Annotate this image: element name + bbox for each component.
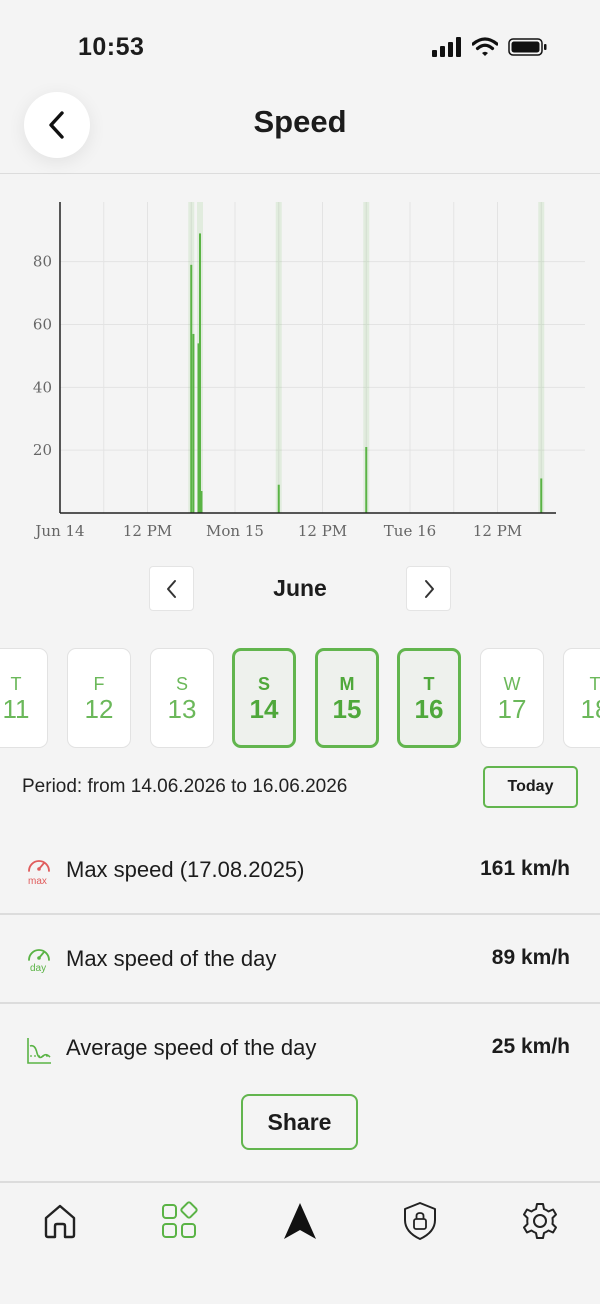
tab-security[interactable] <box>398 1199 442 1243</box>
day-icon-caption: day <box>30 963 47 974</box>
chart-bar <box>190 264 193 513</box>
apps-grid-icon <box>162 1201 198 1238</box>
chart-bar <box>200 491 203 513</box>
month-label: June <box>273 575 327 601</box>
day-cell[interactable]: S 13 <box>150 648 214 748</box>
tab-bar <box>0 1181 600 1304</box>
day-number: 17 <box>497 694 527 724</box>
day-cell-selected[interactable]: M 15 <box>315 648 379 748</box>
day-cell[interactable]: T 18 <box>563 648 600 748</box>
today-button[interactable]: Today <box>483 766 578 808</box>
day-number: 11 <box>2 694 30 724</box>
chart-bar <box>540 478 543 513</box>
chart-activity-band <box>275 202 282 513</box>
chart-y-tick-label: 20 <box>33 441 52 459</box>
tab-apps[interactable] <box>157 1199 201 1243</box>
chart-activity-band <box>538 202 545 513</box>
stat-row-max-speed-day: day Max speed of the day 89 km/h <box>0 915 600 1004</box>
share-button[interactable]: Share <box>241 1094 358 1150</box>
max-icon-caption: max <box>28 876 47 887</box>
day-number: 16 <box>414 694 444 724</box>
wifi-icon <box>472 37 498 56</box>
stat-value: 89 km/h <box>491 946 570 969</box>
chart-bar <box>277 484 280 513</box>
chart-x-tick-label: 12 PM <box>298 522 347 540</box>
tab-settings[interactable] <box>518 1199 562 1243</box>
stat-label: Average speed of the day <box>66 1035 317 1060</box>
day-letter: F <box>93 674 105 694</box>
cellular-signal-icon <box>432 37 461 57</box>
day-cell[interactable]: F 12 <box>67 648 131 748</box>
day-cell-selected[interactable]: T 16 <box>397 648 461 748</box>
settings-gear-icon <box>523 1203 557 1239</box>
day-cell[interactable]: W 17 <box>480 648 544 748</box>
stat-value: 161 km/h <box>480 857 570 880</box>
day-letter: S <box>257 674 270 694</box>
chart-x-tick-label: Tue 16 <box>384 522 436 540</box>
navigation-arrow-icon <box>284 1203 316 1239</box>
battery-icon <box>508 38 547 56</box>
day-number: 14 <box>249 694 279 724</box>
chart-x-tick-label: 12 PM <box>123 522 172 540</box>
chart-bar <box>192 333 195 513</box>
stat-label: Max speed (17.08.2025) <box>66 857 305 882</box>
day-letter: T <box>423 674 435 694</box>
day-cell-selected[interactable]: S 14 <box>232 648 296 748</box>
day-letter: S <box>175 674 188 694</box>
chart-x-tick-label: 12 PM <box>473 522 522 540</box>
day-letter: M <box>339 674 355 694</box>
day-number: 13 <box>167 694 197 724</box>
period-text: Period: from 14.06.2026 to 16.06.2026 <box>22 776 348 797</box>
stat-value: 25 km/h <box>491 1035 570 1058</box>
chart-x-tick-label: Jun 14 <box>33 522 84 540</box>
month-selector: June <box>0 566 600 612</box>
chart-y-tick-label: 60 <box>33 316 52 334</box>
stat-label: Max speed of the day <box>66 946 277 971</box>
speed-chart-svg: 20 40 60 80 Jun 14 12 PM Mon 15 12 PM Tue 16 12 P… <box>33 202 585 540</box>
day-number: 12 <box>84 694 114 724</box>
tab-home[interactable] <box>38 1199 82 1243</box>
day-letter: T <box>589 674 600 694</box>
day-number: 15 <box>332 694 362 724</box>
stat-row-average-speed: Average speed of the day 25 km/h <box>0 1004 600 1093</box>
chevron-right-icon <box>424 579 434 598</box>
next-month-button[interactable] <box>406 566 451 611</box>
status-icons <box>432 37 548 57</box>
day-strip: T 11 F 12 S 13 S 14 M 15 T 16 W 17 T 18 <box>0 646 600 750</box>
tab-navigation[interactable] <box>278 1199 322 1243</box>
day-letter: W <box>503 674 521 694</box>
chart-bar <box>199 233 201 514</box>
status-time: 10:53 <box>78 33 145 61</box>
page-title: Speed <box>253 104 347 139</box>
stat-row-max-speed: max Max speed (17.08.2025) 161 km/h <box>0 826 600 915</box>
day-letter: T <box>10 674 22 694</box>
chart-y-tick-label: 80 <box>33 253 52 271</box>
home-icon <box>44 1204 76 1239</box>
average-speed-chart-icon <box>27 1038 51 1064</box>
chart-bar <box>365 447 368 513</box>
day-number: 18 <box>580 694 600 724</box>
speed-chart: 20 40 60 80 Jun 14 12 PM Mon 15 12 PM Tue 16 12 P… <box>0 180 600 550</box>
shield-lock-icon <box>404 1202 436 1240</box>
day-cell[interactable]: T 11 <box>0 648 48 748</box>
chart-x-tick-label: Mon 15 <box>206 522 264 540</box>
chart-y-tick-label: 40 <box>33 378 52 396</box>
header: Speed <box>0 80 600 174</box>
